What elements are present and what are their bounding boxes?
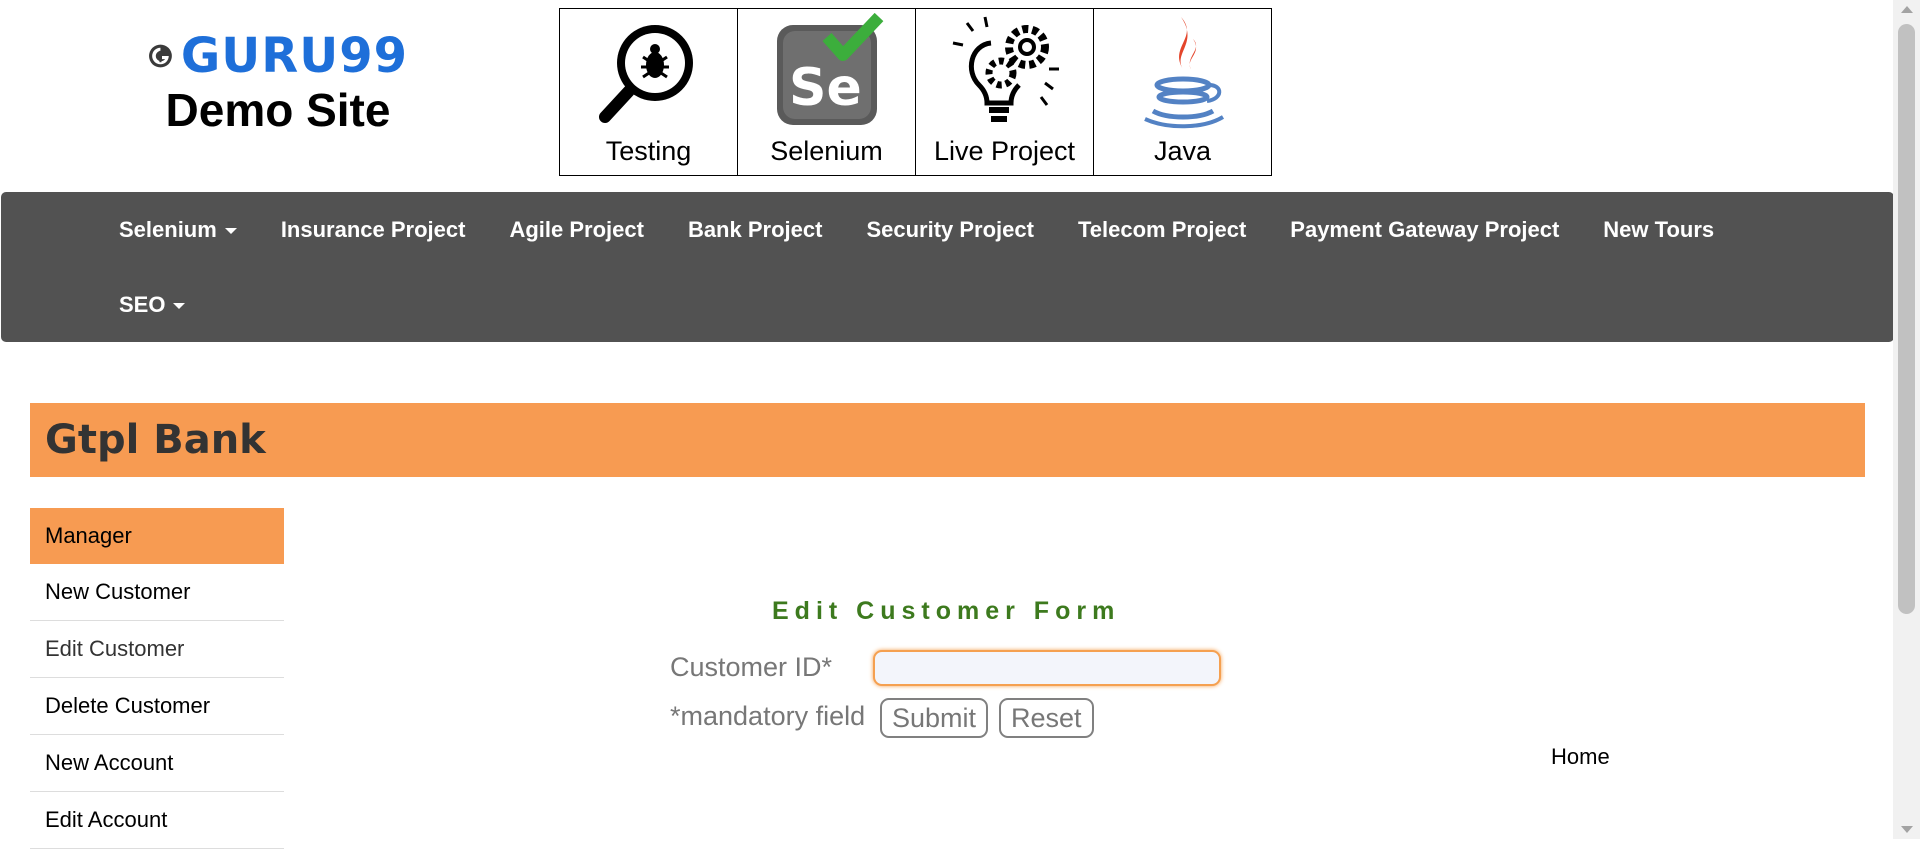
bank-banner: Gtpl Bank bbox=[30, 403, 1865, 477]
home-link[interactable]: Home bbox=[1551, 744, 1610, 770]
scrollbar-thumb[interactable] bbox=[1898, 24, 1915, 614]
mandatory-field-note: *mandatory field bbox=[670, 701, 866, 731]
sidebar-item-edit-account[interactable]: Edit Account bbox=[30, 792, 284, 849]
customer-id-label: Customer ID* bbox=[670, 652, 833, 682]
nav-row-secondary: SEO bbox=[97, 267, 207, 342]
form-title: Edit Customer Form bbox=[772, 597, 1121, 625]
nav-seo-label: SEO bbox=[119, 292, 166, 317]
customer-id-input[interactable] bbox=[873, 650, 1221, 686]
nav-agile-project[interactable]: Agile Project bbox=[487, 192, 665, 267]
logo-brand-text: GURU99 bbox=[180, 28, 408, 84]
bank-title: Gtpl Bank bbox=[45, 417, 266, 463]
tile-java-label: Java bbox=[1153, 136, 1212, 166]
svg-text:Se: Se bbox=[789, 58, 862, 118]
nav-payment-gateway-project[interactable]: Payment Gateway Project bbox=[1268, 192, 1581, 267]
main-navbar: Selenium Insurance Project Agile Project… bbox=[1, 192, 1894, 342]
tile-testing-label: Testing bbox=[605, 136, 692, 166]
nav-new-tours[interactable]: New Tours bbox=[1581, 192, 1736, 267]
sidebar-item-edit-customer[interactable]: Edit Customer bbox=[30, 621, 284, 678]
guru99-logo[interactable]: GURU99 Demo Site bbox=[148, 28, 408, 138]
reset-button[interactable]: Reset bbox=[999, 698, 1094, 738]
caret-down-icon bbox=[173, 303, 186, 310]
nav-selenium-label: Selenium bbox=[119, 217, 217, 242]
vertical-scrollbar[interactable] bbox=[1893, 0, 1920, 839]
guru99-logo-mark-icon bbox=[149, 44, 172, 68]
sidebar-item-manager[interactable]: Manager bbox=[30, 508, 284, 564]
caret-down-icon bbox=[224, 228, 237, 235]
sidebar-item-new-customer[interactable]: New Customer bbox=[30, 564, 284, 621]
tile-java[interactable]: Java bbox=[1094, 9, 1271, 175]
tile-live-project-label: Live Project bbox=[933, 136, 1076, 166]
nav-selenium-dropdown[interactable]: Selenium bbox=[97, 192, 259, 267]
submit-button[interactable]: Submit bbox=[880, 698, 989, 738]
manager-sidebar: Manager New Customer Edit Customer Delet… bbox=[30, 508, 284, 849]
nav-seo-dropdown[interactable]: SEO bbox=[97, 267, 207, 342]
sidebar-item-new-account[interactable]: New Account bbox=[30, 735, 284, 792]
java-cup-icon bbox=[1143, 17, 1224, 129]
magnifier-bug-icon bbox=[598, 25, 693, 123]
scroll-down-arrow-icon[interactable] bbox=[1901, 826, 1913, 833]
nav-row-primary: Selenium Insurance Project Agile Project… bbox=[97, 192, 1736, 267]
tile-selenium[interactable]: Se Selenium bbox=[738, 9, 916, 175]
nav-telecom-project[interactable]: Telecom Project bbox=[1056, 192, 1268, 267]
tile-selenium-label: Selenium bbox=[770, 136, 883, 166]
logo-subtitle: Demo Site bbox=[165, 84, 391, 136]
sidebar-item-delete-customer[interactable]: Delete Customer bbox=[30, 678, 284, 735]
selenium-logo-icon: Se bbox=[776, 13, 883, 125]
tile-live-project[interactable]: Live Project bbox=[916, 9, 1094, 175]
nav-security-project[interactable]: Security Project bbox=[844, 192, 1056, 267]
scroll-up-arrow-icon[interactable] bbox=[1901, 6, 1913, 13]
nav-bank-project[interactable]: Bank Project bbox=[666, 192, 845, 267]
lightbulb-gears-icon bbox=[952, 16, 1059, 122]
tile-testing[interactable]: Testing bbox=[560, 9, 738, 175]
nav-insurance-project[interactable]: Insurance Project bbox=[259, 192, 488, 267]
course-tiles: Testing Se Selenium Live Project Java bbox=[559, 8, 1272, 176]
